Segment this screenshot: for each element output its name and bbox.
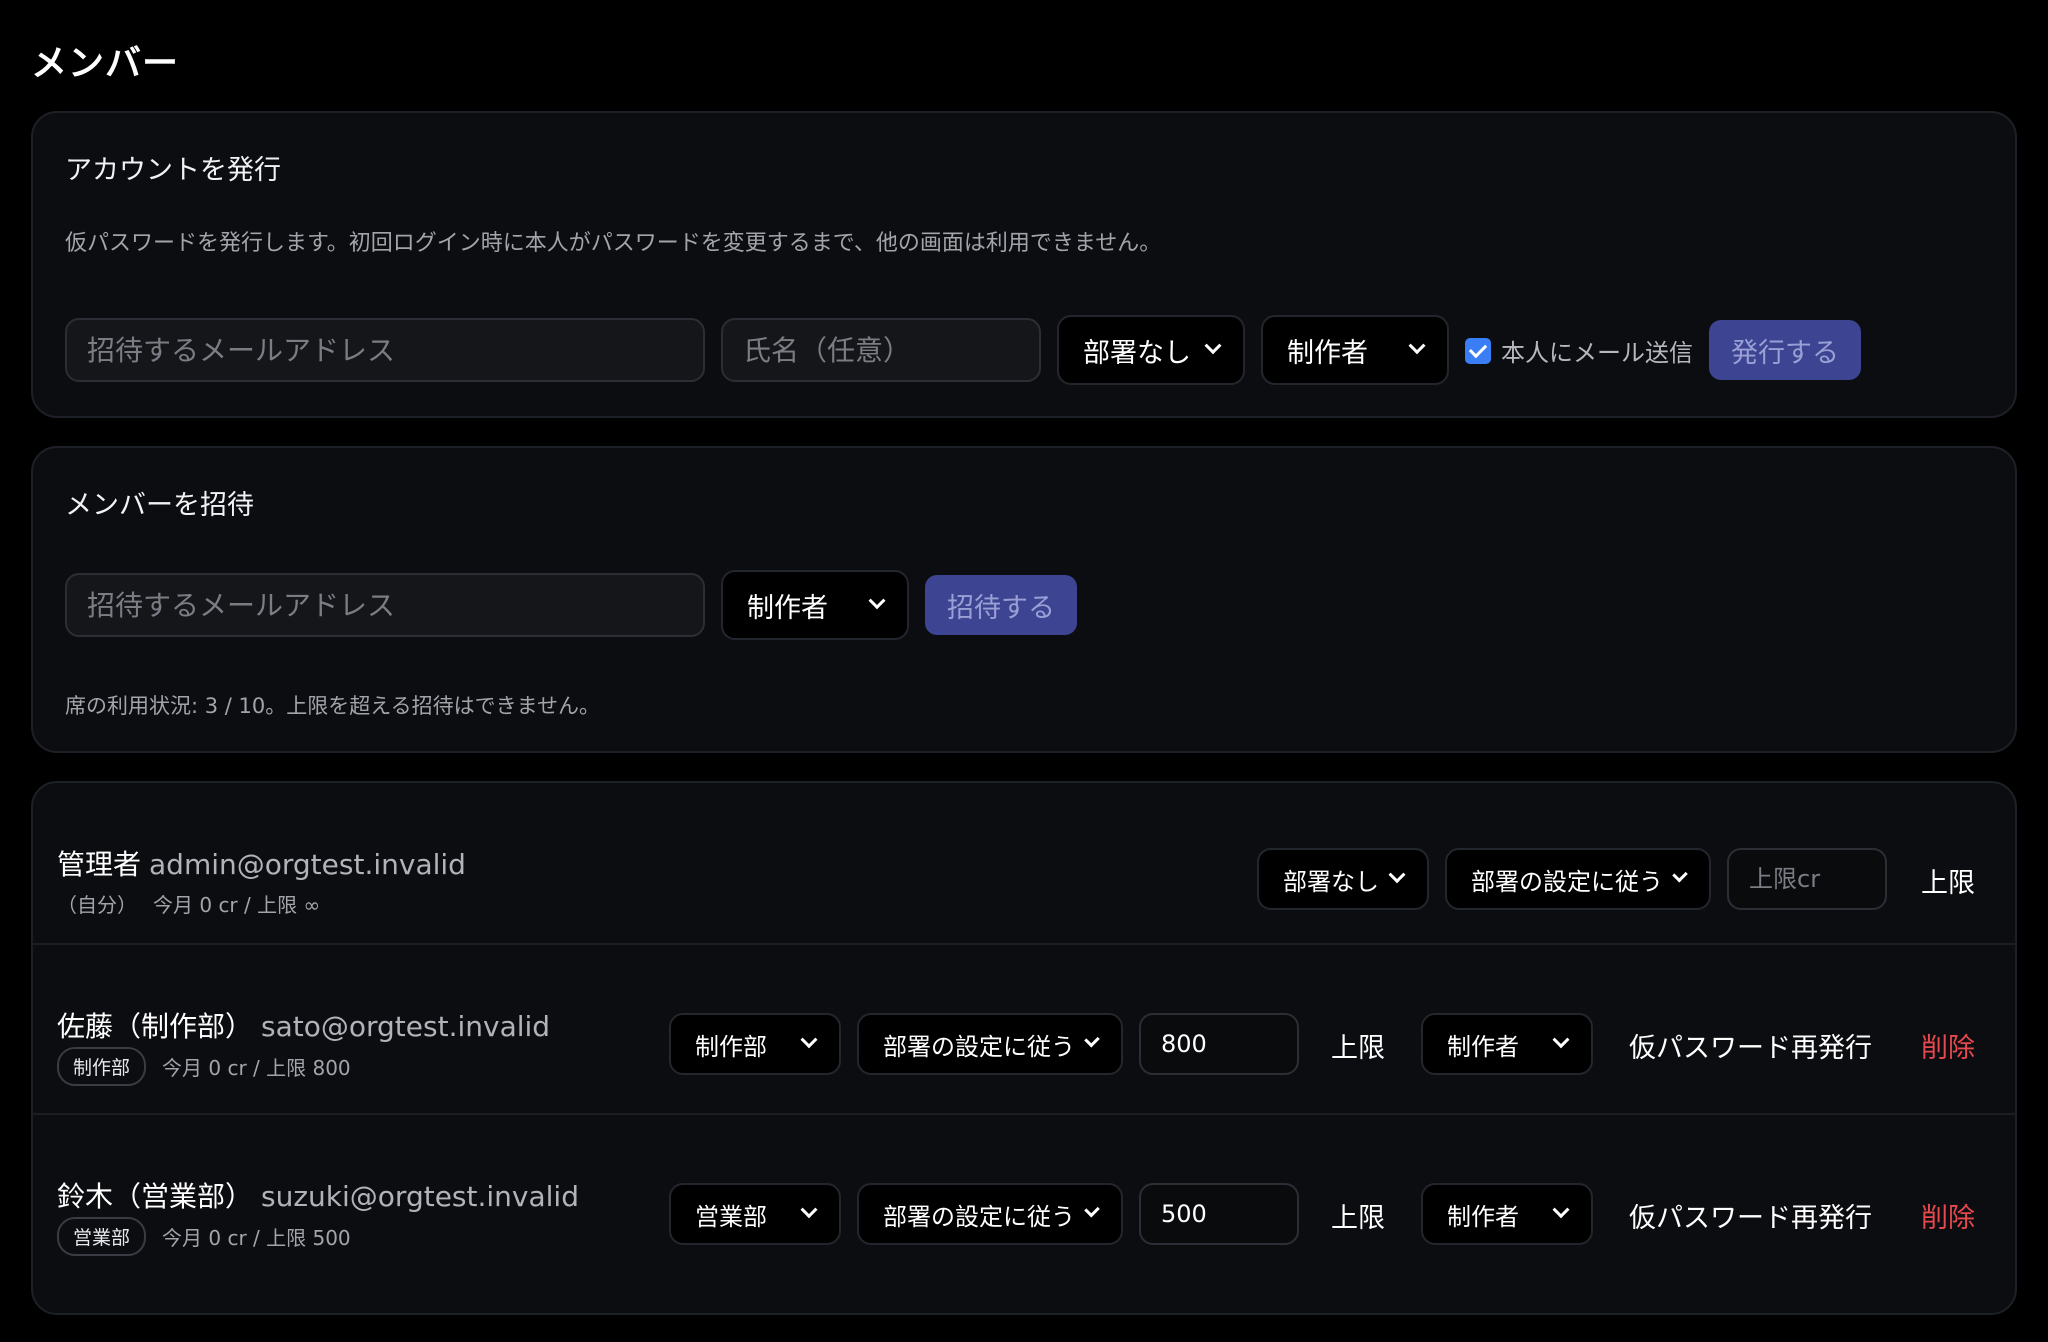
department-badge: 制作部	[57, 1047, 147, 1086]
issue-account-title: アカウントを発行	[65, 155, 281, 186]
member-limit-mode-select[interactable]: 部署の設定に従う	[857, 1183, 1123, 1245]
member-name: 佐藤（制作部） sato@orgtest.invalid	[57, 1005, 550, 1045]
member-department-select[interactable]: 営業部	[669, 1183, 841, 1245]
page-title: メンバー	[31, 43, 180, 84]
member-limit-label: 上限	[1331, 1203, 1385, 1234]
delete-member-button[interactable]: 削除	[1921, 1196, 1975, 1235]
member-usage: 今月 0 cr / 上限 800	[162, 1056, 351, 1080]
member-department-value: 部署なし	[1283, 867, 1379, 896]
member-name-text: 管理者	[57, 848, 142, 881]
issue-name-input[interactable]	[721, 318, 1041, 382]
member-name: 管理者 admin@orgtest.invalid	[57, 843, 466, 883]
member-role-value: 制作者	[1447, 1202, 1519, 1231]
chevron-down-icon	[1672, 866, 1688, 883]
member-limit-mode-value: 部署の設定に従う	[1471, 867, 1663, 896]
issue-account-button[interactable]: 発行する	[1709, 320, 1861, 380]
reissue-password-button[interactable]: 仮パスワード再発行	[1629, 1026, 1872, 1065]
chevron-down-icon	[1084, 1201, 1100, 1218]
member-limit-mode-select[interactable]: 部署の設定に従う	[1445, 848, 1711, 910]
member-limit-mode-value: 部署の設定に従う	[883, 1202, 1075, 1231]
member-list-card: 管理者 admin@orgtest.invalid （自分） 今月 0 cr / …	[31, 781, 2017, 1315]
issue-account-description: 仮パスワードを発行します。初回ログイン時に本人がパスワードを変更するまで、他の画…	[65, 231, 1162, 256]
chevron-down-icon	[1204, 337, 1222, 355]
self-tag: （自分）	[57, 893, 137, 917]
member-department-value: 制作部	[695, 1032, 767, 1061]
chevron-down-icon	[1552, 1031, 1570, 1049]
member-name: 鈴木（営業部） suzuki@orgtest.invalid	[57, 1175, 579, 1215]
member-department-value: 営業部	[695, 1202, 767, 1231]
member-role-select[interactable]: 制作者	[1421, 1183, 1593, 1245]
member-row: 管理者 admin@orgtest.invalid （自分） 今月 0 cr / …	[33, 783, 2015, 943]
member-sub: 営業部 今月 0 cr / 上限 500	[57, 1217, 351, 1256]
member-row: 鈴木（営業部） suzuki@orgtest.invalid 営業部 今月 0 c…	[33, 1115, 2015, 1283]
member-role-select[interactable]: 制作者	[1421, 1013, 1593, 1075]
chevron-down-icon	[1552, 1201, 1570, 1219]
chevron-down-icon	[1388, 866, 1406, 884]
member-department-select[interactable]: 部署なし	[1257, 848, 1429, 910]
members-page: メンバー アカウントを発行 仮パスワードを発行します。初回ログイン時に本人がパス…	[0, 0, 2048, 1342]
chevron-down-icon	[800, 1201, 818, 1219]
send-mail-checkbox-label[interactable]: 本人にメール送信	[1465, 333, 1693, 368]
member-email: admin@orgtest.invalid	[149, 848, 466, 881]
member-limit-input[interactable]	[1139, 1013, 1299, 1075]
issue-department-select[interactable]: 部署なし	[1057, 315, 1245, 385]
chevron-down-icon	[1084, 1031, 1100, 1048]
member-limit-label: 上限	[1331, 1033, 1385, 1064]
reissue-password-button[interactable]: 仮パスワード再発行	[1629, 1196, 1872, 1235]
invite-role-value: 制作者	[747, 592, 828, 624]
member-limit-label: 上限	[1921, 868, 1975, 899]
issue-role-select[interactable]: 制作者	[1261, 315, 1449, 385]
member-sub: （自分） 今月 0 cr / 上限 ∞	[57, 889, 320, 918]
invite-email-input[interactable]	[65, 573, 705, 637]
member-usage: 今月 0 cr / 上限 ∞	[153, 893, 321, 917]
department-badge: 営業部	[57, 1217, 147, 1256]
issue-role-value: 制作者	[1287, 337, 1368, 369]
chevron-down-icon	[868, 592, 886, 610]
member-role-value: 制作者	[1447, 1032, 1519, 1061]
seat-status-text: 席の利用状況: 3 / 10。上限を超える招待はできません。	[65, 694, 600, 718]
invite-member-button[interactable]: 招待する	[925, 575, 1077, 635]
member-usage: 今月 0 cr / 上限 500	[162, 1226, 351, 1250]
member-limit-input[interactable]	[1727, 848, 1887, 910]
member-email: sato@orgtest.invalid	[261, 1010, 551, 1043]
member-limit-mode-select[interactable]: 部署の設定に従う	[857, 1013, 1123, 1075]
issue-account-card: アカウントを発行 仮パスワードを発行します。初回ログイン時に本人がパスワードを変…	[31, 111, 2017, 418]
issue-email-input[interactable]	[65, 318, 705, 382]
invite-member-card: メンバーを招待 制作者 招待する 席の利用状況: 3 / 10。上限を超える招待…	[31, 446, 2017, 753]
member-name-text: 佐藤（制作部）	[57, 1010, 254, 1043]
invite-member-title: メンバーを招待	[65, 490, 254, 521]
member-name-text: 鈴木（営業部）	[57, 1180, 254, 1213]
member-email: suzuki@orgtest.invalid	[261, 1180, 579, 1213]
send-mail-checkbox[interactable]	[1465, 337, 1491, 364]
member-limit-input[interactable]	[1139, 1183, 1299, 1245]
chevron-down-icon	[1408, 337, 1426, 355]
member-department-select[interactable]: 制作部	[669, 1013, 841, 1075]
member-sub: 制作部 今月 0 cr / 上限 800	[57, 1047, 351, 1086]
member-row: 佐藤（制作部） sato@orgtest.invalid 制作部 今月 0 cr …	[33, 945, 2015, 1113]
issue-department-value: 部署なし	[1083, 337, 1191, 369]
delete-member-button[interactable]: 削除	[1921, 1026, 1975, 1065]
chevron-down-icon	[800, 1031, 818, 1049]
member-limit-mode-value: 部署の設定に従う	[883, 1032, 1075, 1061]
invite-role-select[interactable]: 制作者	[721, 570, 909, 640]
send-mail-label: 本人にメール送信	[1501, 339, 1693, 367]
